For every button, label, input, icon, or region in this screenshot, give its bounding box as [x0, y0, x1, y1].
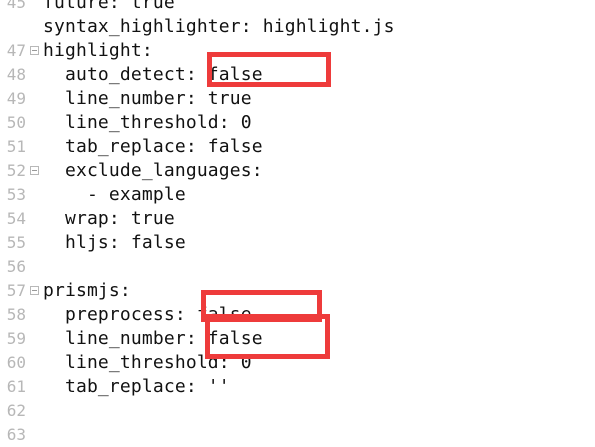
line-number: 63 — [6, 425, 26, 444]
code-text: syntax_highlighter: highlight.js — [43, 16, 395, 37]
code-line[interactable]: 61 tab_replace: '' — [0, 375, 595, 399]
fold-toggle-icon[interactable] — [30, 286, 39, 295]
line-number: 60 — [6, 353, 26, 372]
fold-toggle-icon[interactable] — [30, 166, 39, 175]
code-line[interactable]: 47 highlight: — [0, 39, 595, 63]
line-number: 50 — [6, 113, 26, 132]
line-number: 48 — [6, 65, 26, 84]
line-number: 59 — [6, 329, 26, 348]
code-line[interactable]: 52 exclude_languages: — [0, 159, 595, 183]
code-line[interactable]: 55 hljs: false — [0, 231, 595, 255]
line-number: 54 — [6, 209, 26, 228]
code-line[interactable]: 45 future: true — [0, 0, 595, 15]
code-text: auto_detect: false — [43, 64, 263, 85]
code-text: hljs: false — [43, 232, 186, 253]
line-number: 61 — [6, 377, 26, 396]
line-number: 55 — [6, 233, 26, 252]
code-text: prismjs: — [43, 280, 131, 301]
code-line[interactable]: 60 line_threshold: 0 — [0, 351, 595, 375]
code-text: exclude_languages: — [43, 160, 263, 181]
code-text: tab_replace: false — [43, 136, 263, 157]
code-line[interactable]: 51 tab_replace: false — [0, 135, 595, 159]
fold-toggle-icon[interactable] — [30, 46, 39, 55]
code-line[interactable]: 54 wrap: true — [0, 207, 595, 231]
line-number: 56 — [6, 257, 26, 276]
code-line[interactable]: 50 line_threshold: 0 — [0, 111, 595, 135]
code-text: line_threshold: 0 — [43, 352, 252, 373]
line-number: 52 — [6, 161, 26, 180]
code-line[interactable]: 63 — [0, 423, 595, 447]
code-line[interactable]: 56 — [0, 255, 595, 279]
code-text: line_number: true — [43, 88, 252, 109]
line-number: 49 — [6, 89, 26, 108]
code-text: line_threshold: 0 — [43, 112, 252, 133]
code-text: future: true — [43, 0, 175, 13]
code-text: - example — [43, 184, 186, 205]
line-number: 58 — [6, 305, 26, 324]
code-line[interactable]: 58 preprocess: false — [0, 303, 595, 327]
code-line[interactable]: 53 - example — [0, 183, 595, 207]
code-text: line_number: false — [43, 328, 263, 349]
code-line[interactable]: 49 line_number: true — [0, 87, 595, 111]
code-line[interactable]: 62 — [0, 399, 595, 423]
code-line[interactable]: syntax_highlighter: highlight.js — [0, 15, 595, 39]
line-number: 47 — [6, 41, 26, 60]
code-text: tab_replace: '' — [43, 376, 230, 397]
code-text: preprocess: false — [43, 304, 252, 325]
line-number: 57 — [6, 281, 26, 300]
code-text: highlight: — [43, 40, 153, 61]
line-number: 51 — [6, 137, 26, 156]
code-text: wrap: true — [43, 208, 175, 229]
line-number: 62 — [6, 401, 26, 420]
line-number: 53 — [6, 185, 26, 204]
code-line[interactable]: 57 prismjs: — [0, 279, 595, 303]
code-line[interactable]: 59 line_number: false — [0, 327, 595, 351]
code-editor[interactable]: 45 future: true syntax_highlighter: highli… — [0, 0, 595, 447]
code-line[interactable]: 48 auto_detect: false — [0, 63, 595, 87]
line-number: 45 — [6, 0, 26, 12]
